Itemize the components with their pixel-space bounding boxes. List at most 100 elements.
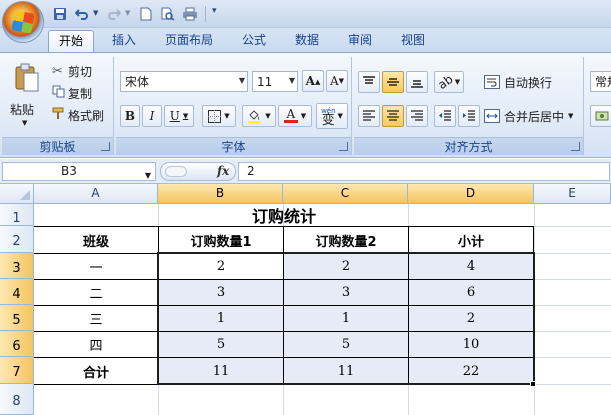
table-cell[interactable]: 2	[159, 254, 283, 279]
office-button[interactable]	[2, 1, 44, 43]
tab-review[interactable]: 审阅	[338, 30, 382, 52]
chevron-down-icon[interactable]: ▼	[239, 76, 245, 85]
bold-button[interactable]: B	[120, 105, 140, 127]
tab-formulas[interactable]: 公式	[232, 30, 276, 52]
font-color-label: A	[286, 107, 296, 121]
row-header-4[interactable]: 4	[0, 279, 34, 305]
table-cell[interactable]: 1	[159, 306, 283, 331]
print-icon[interactable]	[180, 4, 200, 24]
font-size-combo[interactable]: 11 ▼	[252, 71, 298, 92]
font-name-combo[interactable]: 宋体 ▼	[120, 71, 248, 92]
table-cell[interactable]: 6	[409, 280, 533, 305]
column-header-e[interactable]: E	[534, 184, 611, 204]
row-header-3[interactable]: 3	[0, 253, 34, 279]
tab-page-layout[interactable]: 页面布局	[155, 30, 223, 52]
column-header-b[interactable]: B	[158, 184, 283, 204]
row-header-1[interactable]: 1	[0, 204, 34, 226]
chevron-down-icon[interactable]: ▼	[568, 112, 573, 120]
cut-button[interactable]: ✂ 剪切	[52, 61, 92, 81]
table-cell[interactable]: 1	[284, 306, 408, 331]
header-cell[interactable]: 班级	[34, 227, 158, 253]
table-cell[interactable]: 3	[284, 280, 408, 305]
accounting-format-button[interactable]	[590, 105, 611, 127]
row-header-5[interactable]: 5	[0, 305, 34, 331]
select-all-corner[interactable]	[0, 184, 34, 204]
table-cell[interactable]: 5	[284, 332, 408, 357]
expand-handle-icon[interactable]	[165, 166, 187, 177]
underline-button[interactable]: U ▼	[164, 105, 194, 127]
format-painter-label: 格式刷	[68, 108, 105, 123]
decrease-indent-button[interactable]	[434, 105, 456, 127]
column-header-c[interactable]: C	[283, 184, 408, 204]
align-top-button[interactable]	[358, 71, 380, 93]
column-header-d[interactable]: D	[408, 184, 534, 204]
italic-button[interactable]: I	[142, 105, 162, 127]
increase-indent-button[interactable]	[458, 105, 480, 127]
redo-icon[interactable]	[104, 4, 124, 24]
save-icon[interactable]	[50, 4, 70, 24]
wrap-text-button[interactable]: 自动换行	[484, 72, 552, 92]
font-dialog-launcher-icon[interactable]	[339, 142, 348, 151]
total-label-cell[interactable]: 合计	[34, 358, 158, 384]
clipboard-dialog-launcher-icon[interactable]	[101, 142, 110, 151]
chevron-down-icon[interactable]: ▼	[289, 76, 295, 85]
borders-button[interactable]: ▼	[202, 105, 236, 127]
number-format-combo[interactable]: 常规	[590, 71, 611, 92]
column-header-a[interactable]: A	[34, 184, 158, 204]
align-middle-button[interactable]	[382, 71, 404, 93]
increase-indent-icon	[463, 110, 475, 121]
undo-icon[interactable]	[72, 4, 92, 24]
customize-icon[interactable]: ▾	[212, 6, 217, 16]
header-cell[interactable]: 订购数量1	[159, 227, 283, 253]
row-header-6[interactable]: 6	[0, 331, 34, 357]
tab-data[interactable]: 数据	[285, 30, 329, 52]
grow-font-button[interactable]: A ▲	[302, 70, 324, 92]
chevron-down-icon[interactable]: ▼	[145, 167, 151, 184]
format-painter-button[interactable]: 格式刷	[52, 105, 104, 125]
table-cell[interactable]: 11	[284, 358, 408, 384]
font-color-button[interactable]: A ▼	[278, 105, 312, 127]
tab-home[interactable]: 开始	[48, 30, 95, 52]
alignment-dialog-launcher-icon[interactable]	[571, 142, 580, 151]
table-cell[interactable]: 四	[34, 332, 158, 357]
table-cell[interactable]: 一	[34, 254, 158, 279]
table-cell[interactable]: 4	[409, 254, 533, 279]
phonetic-button[interactable]: wén 变 ▼	[316, 103, 348, 129]
table-cell[interactable]: 5	[159, 332, 283, 357]
align-right-button[interactable]	[406, 105, 428, 127]
insert-function-button[interactable]: fx	[217, 164, 229, 178]
table-cell[interactable]: 11	[159, 358, 283, 384]
align-center-button[interactable]	[382, 105, 404, 127]
formula-input[interactable]: 2	[238, 162, 610, 181]
table-cell[interactable]: 三	[34, 306, 158, 331]
table-cell[interactable]: 二	[34, 280, 158, 305]
tab-insert[interactable]: 插入	[102, 30, 146, 52]
table-cell[interactable]: 2	[409, 306, 533, 331]
row-header-7[interactable]: 7	[0, 357, 34, 384]
table-cell[interactable]: 10	[409, 332, 533, 357]
redo-dropdown-icon[interactable]: ▼	[125, 9, 130, 17]
orientation-button[interactable]: ab ▼	[434, 71, 464, 93]
tab-view[interactable]: 视图	[391, 30, 435, 52]
header-cell[interactable]: 订购数量2	[284, 227, 408, 253]
row-header-2[interactable]: 2	[0, 226, 34, 253]
sheet-title[interactable]: 订购统计	[34, 204, 534, 226]
undo-dropdown-icon[interactable]: ▼	[93, 9, 98, 17]
shrink-font-button[interactable]: A ▼	[326, 70, 348, 92]
row-header-8[interactable]: 8	[0, 384, 34, 415]
paste-button[interactable]: 粘贴 ▼	[8, 61, 46, 133]
name-box[interactable]: B3 ▼	[2, 162, 156, 181]
table-cell[interactable]: 3	[159, 280, 283, 305]
print-preview-icon[interactable]	[158, 4, 178, 24]
table-cell[interactable]: 2	[284, 254, 408, 279]
new-icon[interactable]	[136, 4, 156, 24]
header-cell[interactable]: 小计	[409, 227, 533, 253]
merge-center-button[interactable]: 合并后居中 ▼	[484, 106, 573, 126]
fill-color-button[interactable]: ▼	[242, 105, 276, 127]
align-bottom-icon	[411, 80, 423, 88]
paste-dropdown-icon: ▼	[22, 119, 28, 127]
copy-button[interactable]: 复制	[52, 83, 92, 103]
align-left-button[interactable]	[358, 105, 380, 127]
align-bottom-button[interactable]	[406, 71, 428, 93]
table-cell[interactable]: 22	[409, 358, 533, 384]
